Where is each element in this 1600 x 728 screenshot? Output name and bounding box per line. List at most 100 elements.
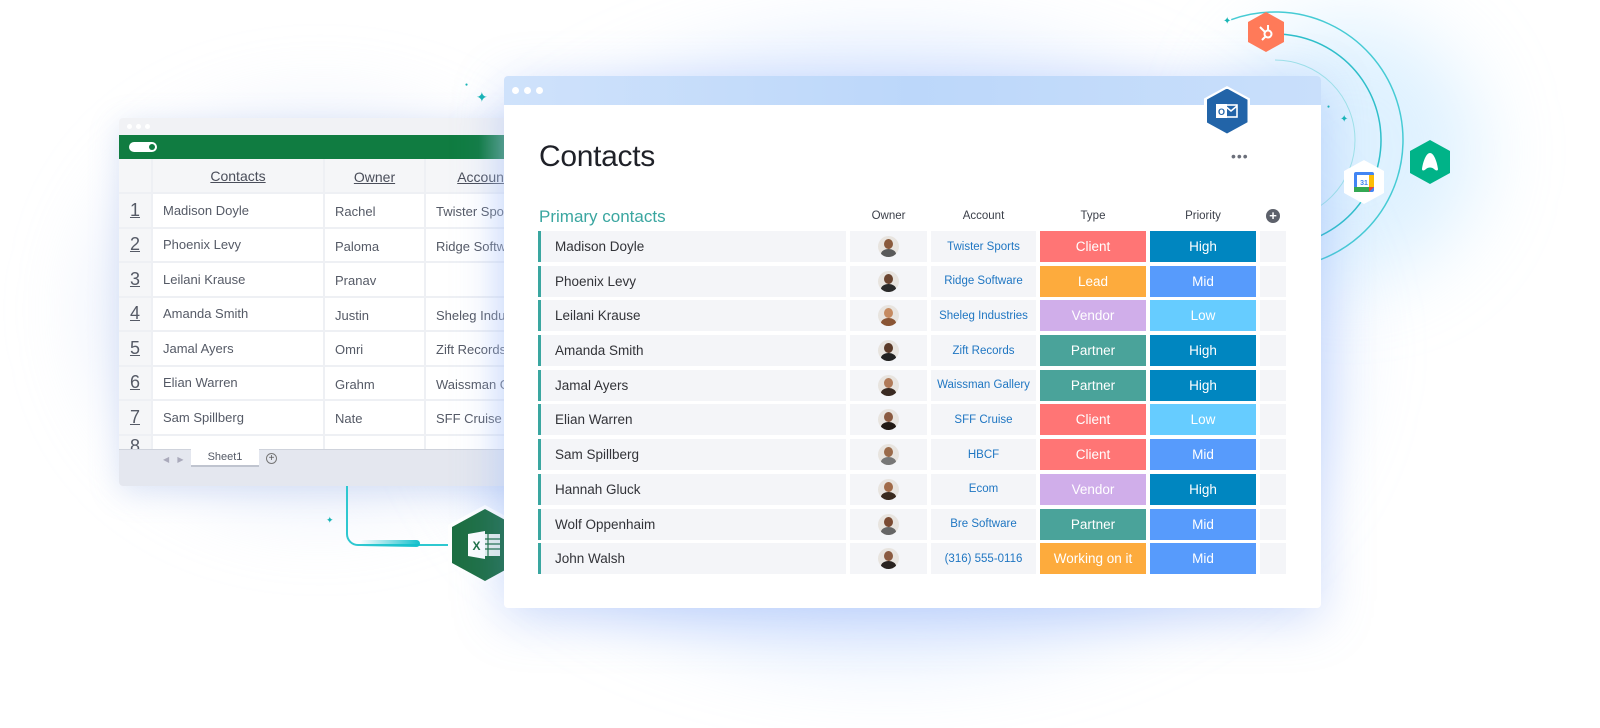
sheet-nav-arrows[interactable]: ◀ ▶ [163, 455, 187, 464]
window-dot[interactable] [512, 87, 519, 94]
account-link[interactable]: Waissman Gallery [931, 369, 1036, 401]
window-dot[interactable] [145, 124, 150, 129]
empty-cell[interactable] [1260, 508, 1286, 540]
priority-status[interactable]: Mid [1150, 265, 1256, 297]
empty-cell[interactable] [1260, 265, 1286, 297]
item-name[interactable]: Phoenix Levy [538, 265, 846, 297]
account-link[interactable]: Bre Software [931, 508, 1036, 540]
account-link[interactable]: Sheleg Industries [931, 300, 1036, 332]
empty-cell[interactable] [1260, 404, 1286, 436]
toggle-switch[interactable] [129, 142, 157, 152]
row-number[interactable]: 7 [119, 401, 153, 434]
priority-status[interactable]: Mid [1150, 439, 1256, 471]
cell-owner[interactable]: Pranav [325, 263, 426, 296]
window-dot[interactable] [536, 87, 543, 94]
cell-contact[interactable]: Elian Warren [153, 366, 325, 399]
cell-owner[interactable]: Paloma [325, 228, 426, 261]
owner-cell[interactable] [850, 231, 927, 262]
owner-cell[interactable] [850, 335, 927, 367]
cell-owner[interactable]: Nate [325, 401, 426, 434]
item-name[interactable]: Wolf Oppenhaim [538, 508, 846, 540]
item-name[interactable]: Madison Doyle [538, 231, 846, 262]
window-dot[interactable] [127, 124, 132, 129]
row-number[interactable]: 1 [119, 194, 153, 227]
owner-cell[interactable] [850, 508, 927, 540]
empty-cell[interactable] [1260, 300, 1286, 332]
window-dot[interactable] [136, 124, 141, 129]
owner-cell[interactable] [850, 265, 927, 297]
item-name[interactable]: Sam Spillberg [538, 439, 846, 471]
owner-cell[interactable] [850, 404, 927, 436]
priority-status[interactable]: Mid [1150, 508, 1256, 540]
cell-contact[interactable]: Sam Spillberg [153, 401, 325, 434]
owner-cell[interactable] [850, 439, 927, 471]
cell-owner[interactable]: Omri [325, 332, 426, 365]
priority-status[interactable]: High [1150, 231, 1256, 262]
sheet-tab[interactable]: Sheet1 [191, 449, 259, 467]
type-status[interactable]: Lead [1040, 265, 1146, 297]
empty-cell[interactable] [1260, 231, 1286, 262]
priority-status[interactable]: Low [1150, 300, 1256, 332]
empty-cell[interactable] [1260, 369, 1286, 401]
type-status[interactable]: Vendor [1040, 473, 1146, 505]
add-column-button[interactable]: + [1266, 209, 1280, 223]
column-header-contacts[interactable]: Contacts [153, 159, 325, 192]
column-header-owner[interactable]: Owner [325, 159, 426, 192]
account-link[interactable]: Ridge Software [931, 265, 1036, 297]
priority-status[interactable]: Mid [1150, 543, 1256, 575]
account-link[interactable]: Zift Records [931, 335, 1036, 367]
cell-owner[interactable]: Grahm [325, 366, 426, 399]
type-status[interactable]: Partner [1040, 335, 1146, 367]
cell-owner[interactable]: Justin [325, 297, 426, 330]
cell-contact[interactable]: Jamal Ayers [153, 332, 325, 365]
item-name[interactable]: Leilani Krause [538, 300, 846, 332]
item-name[interactable]: Amanda Smith [538, 335, 846, 367]
owner-cell[interactable] [850, 473, 927, 505]
type-status[interactable]: Partner [1040, 369, 1146, 401]
account-link[interactable]: Ecom [931, 473, 1036, 505]
column-header-priority[interactable]: Priority [1150, 210, 1256, 222]
priority-status[interactable]: High [1150, 335, 1256, 367]
item-name[interactable]: Jamal Ayers [538, 369, 846, 401]
empty-cell[interactable] [1260, 543, 1286, 575]
owner-cell[interactable] [850, 543, 927, 575]
type-status[interactable]: Client [1040, 439, 1146, 471]
type-status[interactable]: Vendor [1040, 300, 1146, 332]
row-number[interactable]: 2 [119, 228, 153, 261]
row-number[interactable]: 4 [119, 297, 153, 330]
priority-status[interactable]: High [1150, 369, 1256, 401]
account-link[interactable]: SFF Cruise [931, 404, 1036, 436]
type-status[interactable]: Partner [1040, 508, 1146, 540]
cell-contact[interactable]: Madison Doyle [153, 194, 325, 227]
row-number[interactable]: 6 [119, 366, 153, 399]
cell-contact[interactable]: Leilani Krause [153, 263, 325, 296]
empty-cell[interactable] [1260, 335, 1286, 367]
type-status[interactable]: Working on it [1040, 543, 1146, 575]
priority-status[interactable]: High [1150, 473, 1256, 505]
owner-cell[interactable] [850, 369, 927, 401]
item-name[interactable]: Hannah Gluck [538, 473, 846, 505]
column-header-owner[interactable]: Owner [850, 210, 927, 222]
item-name[interactable]: John Walsh [538, 543, 846, 575]
row-number[interactable]: 5 [119, 332, 153, 365]
column-header-type[interactable]: Type [1040, 210, 1146, 222]
cell-owner[interactable]: Rachel [325, 194, 426, 227]
owner-cell[interactable] [850, 300, 927, 332]
cell-contact[interactable]: Phoenix Levy [153, 228, 325, 261]
window-dot[interactable] [524, 87, 531, 94]
add-sheet-button[interactable]: + [266, 453, 277, 464]
type-status[interactable]: Client [1040, 231, 1146, 262]
column-header-account[interactable]: Account [931, 210, 1036, 222]
item-name[interactable]: Elian Warren [538, 404, 846, 436]
cell-contact[interactable]: Amanda Smith [153, 297, 325, 330]
type-status[interactable]: Client [1040, 404, 1146, 436]
empty-cell[interactable] [1260, 439, 1286, 471]
account-link[interactable]: (316) 555-0116 [931, 543, 1036, 575]
group-title[interactable]: Primary contacts [539, 207, 666, 227]
account-link[interactable]: HBCF [931, 439, 1036, 471]
empty-cell[interactable] [1260, 473, 1286, 505]
priority-status[interactable]: Low [1150, 404, 1256, 436]
account-link[interactable]: Twister Sports [931, 231, 1036, 262]
row-number[interactable]: 3 [119, 263, 153, 296]
more-options-icon[interactable]: ••• [1231, 148, 1249, 164]
